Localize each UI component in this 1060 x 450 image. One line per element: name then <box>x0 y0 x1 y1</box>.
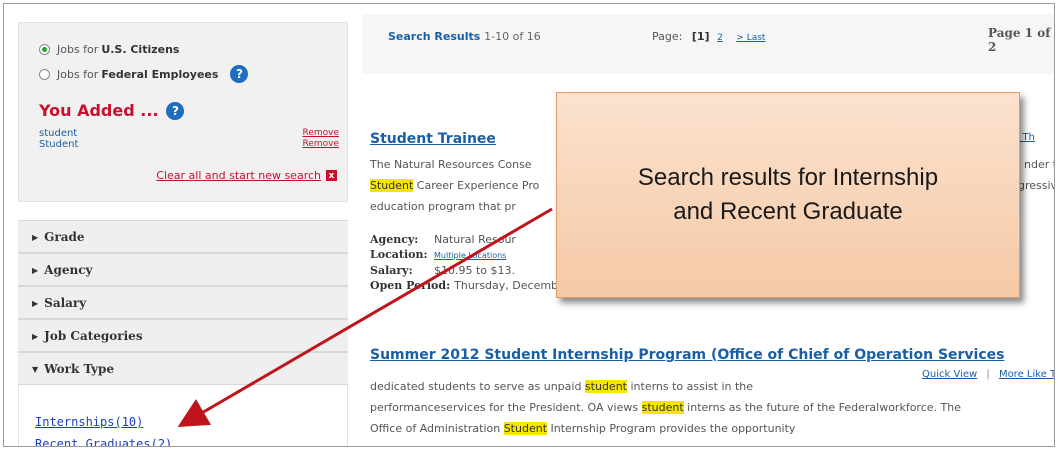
meta-key: Open Period: <box>370 279 451 292</box>
meta-value: $10.95 to $13. <box>434 264 516 277</box>
snippet-text: Career Experience Pro <box>413 179 540 192</box>
clear-all-link[interactable]: Clear all and start new search x <box>156 169 337 182</box>
facet-grade[interactable]: ▶ Grade <box>18 220 348 253</box>
help-icon[interactable]: ? <box>166 101 185 120</box>
radio-federal-label: Federal Employees <box>101 67 219 81</box>
caret-right-icon: ▶ <box>32 231 39 242</box>
results-header-bar: Search Results 1-10 of 16 Page: [1] 2 > … <box>362 14 1054 74</box>
clear-all-label[interactable]: Clear all and start new search <box>156 169 321 182</box>
caret-right-icon: ▶ <box>32 264 39 275</box>
snippet-text: interns to assist in the <box>626 380 754 393</box>
facet-label: Grade <box>44 229 85 244</box>
radio-selected-icon[interactable] <box>39 44 50 55</box>
snippet-text: interns as the future of the Federalwork… <box>683 401 961 414</box>
annotation-callout: Search results for Internship and Recent … <box>556 92 1020 298</box>
result-title-link[interactable]: Student Trainee <box>370 131 496 147</box>
you-added-heading: You Added ... ? <box>39 101 185 120</box>
snippet-text: performanceservices for the President. O… <box>370 401 642 414</box>
recent-graduates-link[interactable]: Recent Graduates(2) <box>35 437 172 446</box>
snippet-text: Office of Administration <box>370 422 504 435</box>
radio-federal-prefix: Jobs for <box>57 67 99 81</box>
highlighted-term: Student <box>503 422 548 435</box>
highlighted-term: Student <box>370 179 414 192</box>
close-icon[interactable]: x <box>326 170 337 181</box>
work-type-options: Internships(10) Recent Graduates(2) <box>18 385 348 446</box>
meta-key: Location: <box>370 248 428 261</box>
result-snippet-line: performanceservices for the President. O… <box>370 397 961 418</box>
result-snippet-line: Office of Administration Student Interns… <box>370 418 795 439</box>
added-terms-list: student Remove Student Remove <box>39 128 339 150</box>
meta-value: Natural Resour <box>434 233 516 246</box>
result-snippet-line: dedicated students to serve as unpaid st… <box>370 376 753 397</box>
facet-agency[interactable]: ▶ Agency <box>18 253 348 286</box>
facet-label: Salary <box>44 295 87 310</box>
result-snippet-line: nder th <box>1024 158 1054 171</box>
current-page: [1] <box>691 30 710 43</box>
search-results-range: 1-10 of 16 <box>484 30 541 43</box>
result-snippet-line: gressive <box>1018 179 1054 192</box>
radio-us-citizens-prefix: Jobs for <box>57 43 99 56</box>
quick-view-link[interactable]: Quick View <box>922 369 977 380</box>
remove-link[interactable]: Remove <box>302 139 339 150</box>
result-snippet-line: education program that pr <box>370 200 516 213</box>
meta-key: Agency: <box>370 233 419 246</box>
added-term-row: student Remove <box>39 128 339 139</box>
help-icon[interactable]: ? <box>230 65 249 83</box>
facet-list: ▶ Grade ▶ Agency ▶ Salary ▶ Job Categori… <box>18 220 348 446</box>
callout-text: Search results for Internship and Recent … <box>638 161 938 229</box>
radio-us-citizens[interactable]: Jobs for U.S. Citizens <box>39 43 179 56</box>
callout-line: and Recent Graduate <box>673 198 903 225</box>
more-like-this-link[interactable]: More Like Th <box>999 369 1054 380</box>
radio-us-citizens-label: U.S. Citizens <box>101 43 180 56</box>
added-term-row: Student Remove <box>39 139 339 150</box>
highlighted-term: student <box>641 401 684 414</box>
callout-line: Search results for Internship <box>637 164 939 191</box>
result-snippet-line: The Natural Resources Conse <box>370 158 532 171</box>
page-label: Page: <box>652 30 683 43</box>
facet-job-categories[interactable]: ▶ Job Categories <box>18 319 348 352</box>
last-page-link[interactable]: > Last <box>736 33 765 43</box>
radio-unselected-icon[interactable] <box>39 68 50 80</box>
caret-right-icon: ▶ <box>32 297 39 308</box>
radio-federal-employees[interactable]: Jobs for Federal Employees ? <box>39 65 249 83</box>
remove-link[interactable]: Remove <box>302 128 339 139</box>
facet-label: Agency <box>44 262 93 277</box>
you-added-title: You Added ... <box>39 101 159 120</box>
added-term: student <box>39 128 78 139</box>
facet-label: Job Categories <box>44 328 143 343</box>
result-snippet-line: Student Career Experience Pro <box>370 175 539 196</box>
internships-link[interactable]: Internships(10) <box>35 415 143 429</box>
search-results-label: Search Results <box>388 30 481 43</box>
facet-salary[interactable]: ▶ Salary <box>18 286 348 319</box>
sidebar: Jobs for U.S. Citizens Jobs for Federal … <box>18 22 348 446</box>
snippet-text: dedicated students to serve as unpaid <box>370 380 585 393</box>
caret-down-icon: ▼ <box>32 363 39 374</box>
search-filter-box: Jobs for U.S. Citizens Jobs for Federal … <box>18 22 348 202</box>
added-term: Student <box>39 139 79 150</box>
result-title-link[interactable]: Summer 2012 Student Internship Program (… <box>370 347 1004 363</box>
search-results-count: Search Results 1-10 of 16 <box>388 30 541 43</box>
screenshot-frame: Jobs for U.S. Citizens Jobs for Federal … <box>3 3 1055 447</box>
caret-right-icon: ▶ <box>32 330 39 341</box>
highlighted-term: student <box>584 380 627 393</box>
result-actions: Quick View | More Like Th <box>922 369 1054 380</box>
snippet-text: Internship Program provides the opportun… <box>547 422 796 435</box>
pagination: Page: [1] 2 > Last <box>652 30 765 43</box>
separator: | <box>986 369 990 380</box>
page-2-link[interactable]: 2 <box>717 33 723 43</box>
facet-work-type[interactable]: ▼ Work Type <box>18 352 348 385</box>
facet-label: Work Type <box>44 361 115 376</box>
page-of-indicator: Page 1 of 2 <box>988 26 1051 54</box>
location-link[interactable]: Multiple Locations <box>434 251 506 260</box>
meta-key: Salary: <box>370 264 413 277</box>
